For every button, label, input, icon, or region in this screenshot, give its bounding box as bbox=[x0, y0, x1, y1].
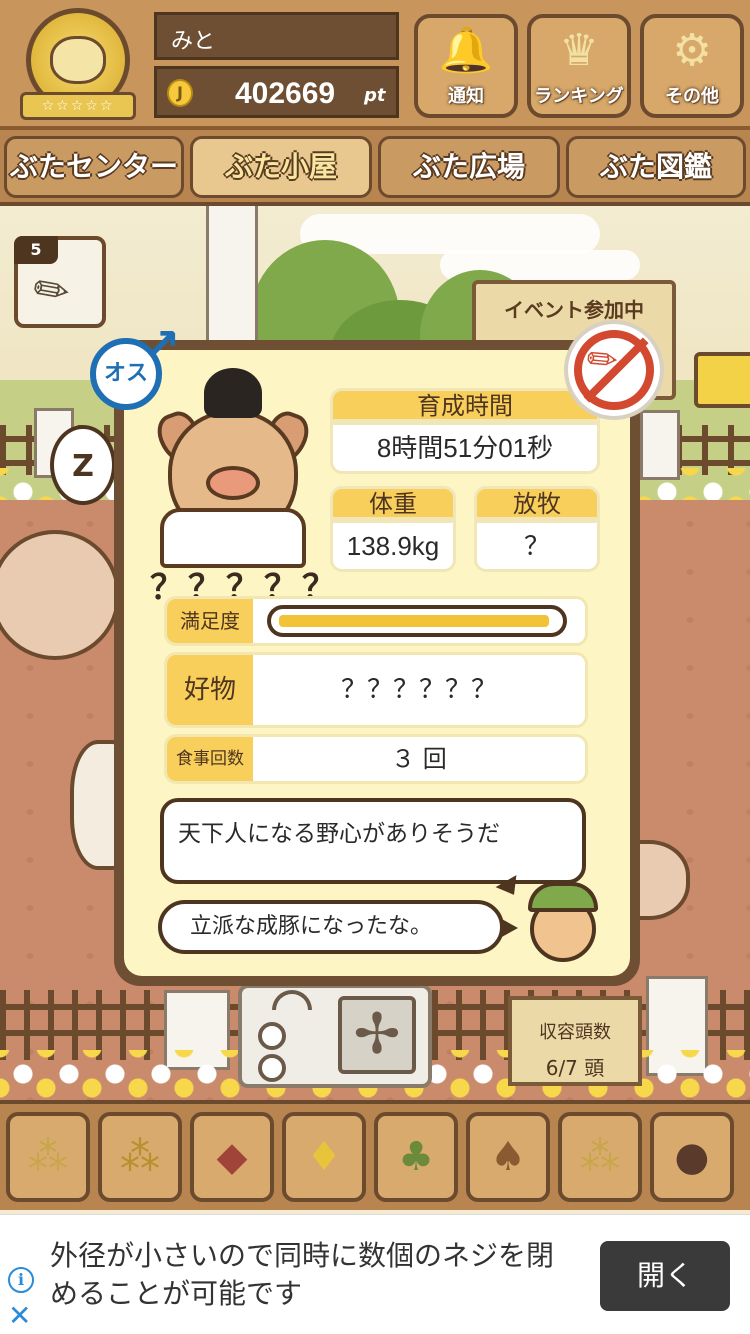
ranking-button[interactable]: ♛ ランキング bbox=[527, 14, 631, 118]
growth-time-value: 8時間51分01秒 bbox=[330, 422, 600, 474]
meals-value: ３ 回 bbox=[391, 745, 447, 773]
sweet-potato-icon: ◆ bbox=[216, 1134, 248, 1180]
farmer-speech-text: 立派な成豚になったな。 bbox=[190, 914, 433, 939]
acorn-icon: ♠ bbox=[490, 1134, 526, 1180]
ad-close-icon[interactable]: ✕ bbox=[8, 1299, 31, 1332]
capacity-sign: 収容頭数 6/7 頭 bbox=[508, 996, 642, 1086]
feeding-machine[interactable]: ✢ bbox=[238, 984, 432, 1088]
tab-buta-koya[interactable]: ぶた小屋 bbox=[190, 136, 372, 198]
tab-buta-hiroba[interactable]: ぶた広場 bbox=[378, 136, 560, 198]
syringe-icon: ✎ bbox=[23, 260, 81, 321]
bell-icon: 🔔 bbox=[438, 25, 494, 76]
food-slot-sweet-potato[interactable]: ◆ bbox=[190, 1112, 274, 1202]
gender-badge: オス ↗ bbox=[84, 318, 188, 422]
satisfaction-row: 満足度 bbox=[164, 596, 588, 646]
gauge-icon bbox=[272, 990, 312, 1010]
comment-bubble: 天下人になる野心がありそうだ bbox=[160, 798, 586, 884]
growth-time-label: 育成時間 bbox=[330, 388, 600, 422]
no-syringe-icon: ✎ bbox=[564, 320, 664, 420]
weight-value: 138.9kg bbox=[330, 520, 456, 572]
farmer-speech-bubble: 立派な成豚になったな。 bbox=[158, 900, 504, 954]
favorite-label: 好物 bbox=[167, 655, 253, 725]
farmer-avatar bbox=[524, 876, 604, 964]
other-button[interactable]: ⚙ その他 bbox=[640, 14, 744, 118]
food-slot-grain-plate[interactable]: ⁂ bbox=[558, 1112, 642, 1202]
sleep-bubble-icon: Z bbox=[50, 425, 116, 505]
pillar bbox=[640, 410, 680, 480]
machine-knob[interactable] bbox=[258, 1054, 286, 1082]
food-slot-beans[interactable]: ⁂ bbox=[98, 1112, 182, 1202]
pasture-label: 放牧 bbox=[474, 486, 600, 520]
points-display: J 402669 pt bbox=[154, 66, 399, 118]
pig-face-icon bbox=[50, 36, 106, 84]
grain-plate-icon: ⁂ bbox=[580, 1134, 620, 1180]
comment-text: 天下人になる野心がありそうだ bbox=[178, 821, 500, 847]
food-slot-corn[interactable]: ♦ bbox=[282, 1112, 366, 1202]
ad-info-icon[interactable]: i bbox=[8, 1267, 34, 1293]
syringe-item-button[interactable]: 5 ✎ bbox=[14, 236, 106, 328]
capacity-label: 収容頭数 bbox=[539, 1022, 611, 1043]
truffle-plate-icon: ● bbox=[674, 1134, 710, 1180]
notification-button[interactable]: 🔔 通知 bbox=[414, 14, 518, 118]
dialog-body: ？？？？？ 育成時間 8時間51分01秒 体重 138.9kg 放牧 ？ 満足度… bbox=[124, 350, 630, 976]
points-unit: pt bbox=[364, 85, 386, 106]
user-name: みと bbox=[154, 12, 399, 60]
meals-row: 食事回数 ３ 回 bbox=[164, 734, 588, 784]
pig-snout bbox=[206, 466, 260, 500]
capacity-value: 6/7 頭 bbox=[545, 1056, 605, 1080]
coin-icon: J bbox=[167, 79, 193, 107]
event-sign-label: イベント参加中 bbox=[504, 298, 644, 322]
eboshi-hat-icon bbox=[204, 368, 262, 418]
food-bar: ⁂ ⁂ ◆ ♦ ♣ ♠ ⁂ ● bbox=[0, 1100, 750, 1210]
points-value: 402669 bbox=[235, 77, 336, 110]
food-slot-truffle[interactable]: ● bbox=[650, 1112, 734, 1202]
food-slot-soybean[interactable]: ♣ bbox=[374, 1112, 458, 1202]
satisfaction-label: 満足度 bbox=[167, 599, 253, 643]
beans-icon: ⁂ bbox=[120, 1134, 160, 1180]
main-nav: ぶたセンター ぶた小屋 ぶた広場 ぶた図鑑 bbox=[0, 130, 750, 206]
machine-knob[interactable] bbox=[258, 1022, 286, 1050]
gear-icon: ⚙ bbox=[672, 25, 712, 76]
rank-medal[interactable]: ☆☆☆☆☆ bbox=[18, 8, 138, 124]
ranking-label: ランキング bbox=[534, 86, 624, 107]
grain-pile-icon: ⁂ bbox=[28, 1134, 68, 1180]
food-slot-acorn[interactable]: ♠ bbox=[466, 1112, 550, 1202]
ad-banner[interactable]: i ✕ 外径が小さいので同時に数個のネジを閉めることが可能です 開く bbox=[0, 1214, 750, 1334]
pig-detail-dialog: ？？？？？ 育成時間 8時間51分01秒 体重 138.9kg 放牧 ？ 満足度… bbox=[114, 340, 640, 986]
tab-buta-zukan[interactable]: ぶた図鑑 bbox=[566, 136, 746, 198]
weight-label: 体重 bbox=[330, 486, 456, 520]
ad-open-button[interactable]: 開く bbox=[600, 1241, 730, 1311]
cart bbox=[694, 352, 750, 408]
soybean-plant-icon: ♣ bbox=[398, 1134, 434, 1180]
favorite-value: ？？？？？？ bbox=[340, 675, 497, 705]
notification-label: 通知 bbox=[448, 86, 484, 107]
pig-robe bbox=[160, 508, 306, 568]
medal-stars: ☆☆☆☆☆ bbox=[20, 92, 136, 120]
fan-icon[interactable]: ✢ bbox=[338, 996, 416, 1074]
corn-icon: ♦ bbox=[306, 1134, 342, 1180]
pasture-value: ？ bbox=[474, 520, 600, 572]
male-icon: ↗ bbox=[142, 318, 181, 372]
header: ☆☆☆☆☆ みと J 402669 pt 🔔 通知 ♛ ランキング ⚙ その他 bbox=[0, 0, 750, 130]
meals-label: 食事回数 bbox=[167, 737, 253, 781]
crown-icon: ♛ bbox=[559, 25, 599, 76]
satisfaction-fill bbox=[279, 615, 549, 627]
bubble-tail bbox=[500, 918, 518, 938]
other-label: その他 bbox=[665, 86, 719, 107]
farmer-cap bbox=[528, 882, 598, 912]
favorite-row: 好物 ？？？？？？ bbox=[164, 652, 588, 728]
tab-buta-center[interactable]: ぶたセンター bbox=[4, 136, 184, 198]
ad-text[interactable]: 外径が小さいので同時に数個のネジを閉めることが可能です bbox=[50, 1237, 570, 1313]
satisfaction-bar bbox=[267, 605, 567, 637]
food-slot-grain[interactable]: ⁂ bbox=[6, 1112, 90, 1202]
